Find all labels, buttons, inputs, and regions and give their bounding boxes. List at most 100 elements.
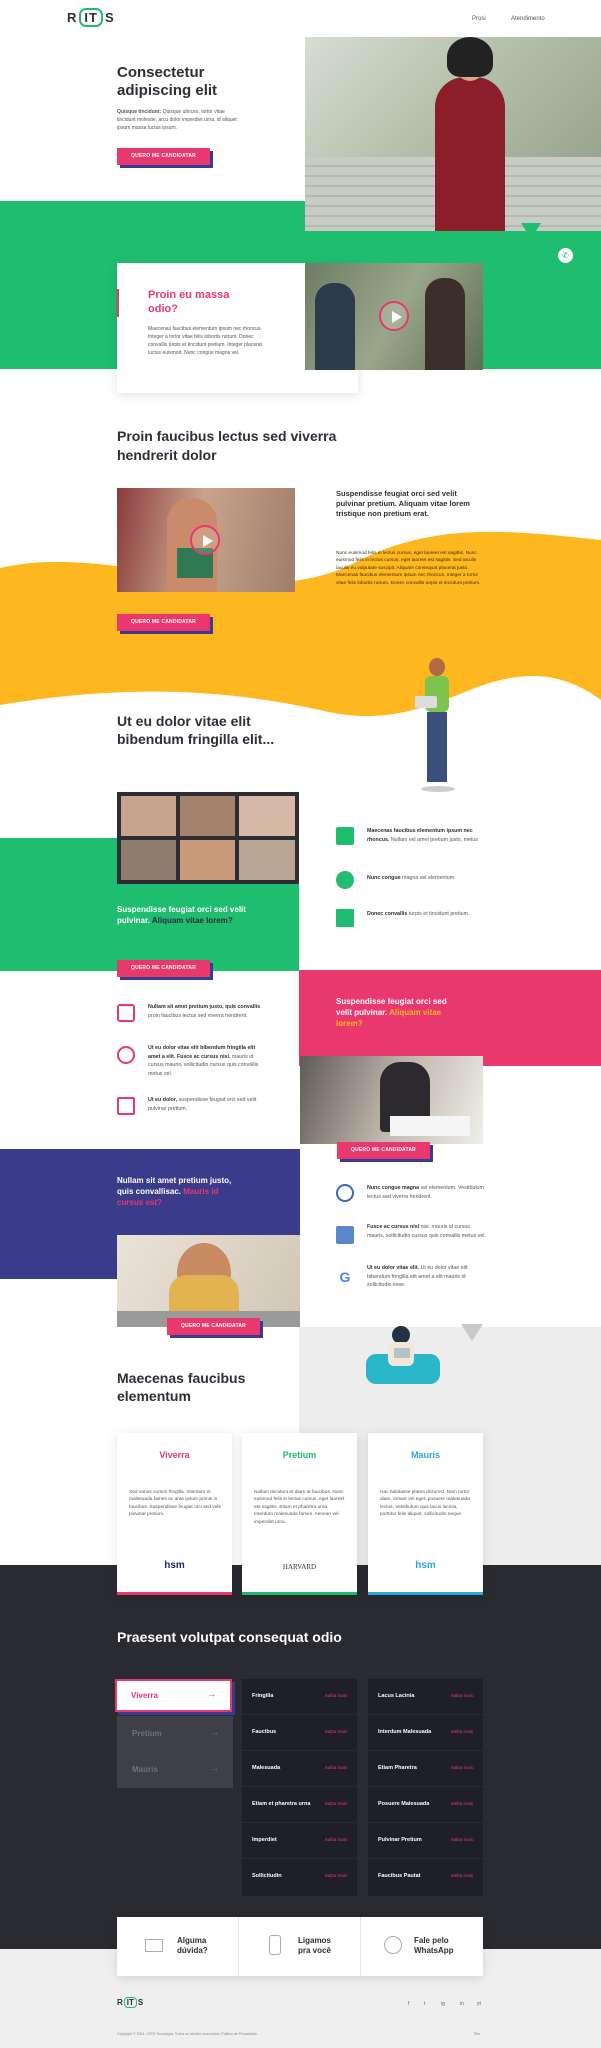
arrow-right-icon: → xyxy=(210,1763,219,1773)
logo-mark: IT xyxy=(79,8,103,27)
contact-callback[interactable]: Ligamos pra você xyxy=(239,1917,361,1976)
course-list-item[interactable]: Etiam et pharetra urna Saiba mais xyxy=(242,1787,357,1823)
hsm-logo: hsm xyxy=(415,1560,436,1571)
harvard-logo: HARVARD xyxy=(282,1563,317,1571)
hero-text: Quisque tincidunt: Quisque ultrices, tor… xyxy=(117,109,237,131)
logo-letter: S xyxy=(104,10,115,25)
google-icon: G xyxy=(339,1269,351,1285)
course-card-title: Mauris xyxy=(410,1450,440,1460)
course-list-item[interactable]: Imperdiet Saiba mais xyxy=(242,1823,357,1859)
section-cta-button[interactable]: QUERO ME CANDIDATAR xyxy=(117,960,210,977)
nav-link[interactable]: Atendimento xyxy=(511,16,545,22)
course-list-item[interactable]: Etiam Pharetra Saiba mais xyxy=(368,1751,483,1787)
course-card[interactable]: Pretium Nullam tincidunt et diam at fauc… xyxy=(242,1433,357,1595)
feature-text: Donec convallis turpis et tincidunt pret… xyxy=(367,911,470,917)
certificate-icon xyxy=(117,1097,135,1115)
section-cta-button[interactable]: QUERO ME CANDIDATAR xyxy=(337,1142,430,1159)
section-cta-button[interactable]: QUERO ME CANDIDATAR xyxy=(167,1318,260,1335)
contact-whatsapp[interactable]: Fale pelo WhatsApp xyxy=(361,1917,483,1976)
feature-text: Ut eu dolor vitae elit. Ut eu dolor vita… xyxy=(367,1265,468,1288)
course-list-item[interactable]: Sollicitudin Saiba mais xyxy=(242,1859,357,1895)
contact-label: Fale pelo WhatsApp xyxy=(414,1936,454,1955)
contact-email[interactable]: Alguma dúvida? xyxy=(117,1917,239,1976)
course-card[interactable]: Viverra Sed varius cursus fringilla. Int… xyxy=(117,1433,232,1595)
yellow-wave xyxy=(0,531,601,717)
award-icon xyxy=(336,1184,354,1202)
course-card-text: Nullam tincidunt et diam at faucibus. Nu… xyxy=(254,1490,345,1525)
play-icon[interactable] xyxy=(379,301,409,331)
triangle-decor xyxy=(521,223,541,239)
feature-text: Maecenas faucibus elementum ipsum nec rh… xyxy=(367,828,478,843)
course-list-item[interactable]: Pulvinar Pretium Saiba mais xyxy=(368,1823,483,1859)
course-list-item[interactable]: Lacus Lacinia Saiba mais xyxy=(368,1679,483,1715)
headphones-photo xyxy=(117,1235,300,1327)
card-title: Proin eu massa odio? xyxy=(148,289,230,315)
course-card[interactable]: Mauris Hac habitasse platea dictumst. Na… xyxy=(368,1433,483,1595)
youtube-icon[interactable]: yt xyxy=(477,2001,481,2007)
section-title: Praesent volutpat consequat odio xyxy=(117,1629,342,1645)
logo-letter: S xyxy=(137,1998,144,2007)
course-list-item[interactable]: Posuere Malesuada Saiba mais xyxy=(368,1787,483,1823)
tab-viverra[interactable]: Viverra → xyxy=(115,1679,232,1712)
hero-title: Consectetur adipiscing elit xyxy=(117,64,218,99)
feature-text: Nullam sit amet pretium justo, quis conv… xyxy=(148,1004,261,1019)
footer-logo[interactable]: R IT S xyxy=(117,1997,144,2008)
section-title: Ut eu dolor vitae elit bibendum fringill… xyxy=(117,713,275,747)
book-icon xyxy=(336,827,354,845)
play-icon[interactable] xyxy=(190,525,220,555)
hero-cta-button[interactable]: QUERO ME CANDIDATAR xyxy=(117,148,210,165)
sofa-illustration xyxy=(358,1322,444,1394)
arrow-right-icon: → xyxy=(207,1689,216,1699)
tab-mauris[interactable]: Mauris → xyxy=(117,1752,233,1788)
video-thumbnail[interactable] xyxy=(305,263,483,370)
course-list-item[interactable]: Faucibus Saiba mais xyxy=(242,1715,357,1751)
site-logo[interactable]: R IT S xyxy=(67,8,115,27)
section-title: Maecenas faucibus elementum xyxy=(117,1370,246,1404)
card-text: Maecenas faucibus elementum ipsum nec rh… xyxy=(148,326,262,356)
tab-label: Viverra xyxy=(131,1691,158,1700)
footer-brand-text: Rits xyxy=(474,2032,481,2036)
twitter-icon[interactable]: t xyxy=(424,2001,425,2007)
course-list-item[interactable]: Faucibus Pautat Saiba mais xyxy=(368,1859,483,1895)
whatsapp-float-button[interactable]: ✆ xyxy=(558,248,573,263)
tab-label: Pretium xyxy=(132,1729,162,1738)
course-list-item[interactable]: Interdum Malesuada Saiba mais xyxy=(368,1715,483,1751)
course-list-item[interactable]: Malesuada Saiba mais xyxy=(242,1751,357,1787)
card-accent-bar xyxy=(117,289,119,317)
whatsapp-icon xyxy=(384,1936,402,1954)
copyright: Copyright © 2024 - RITS Tecnologia. Todo… xyxy=(117,2032,258,2036)
section-subtitle: Suspendisse feugiat orci sed velit pulvi… xyxy=(336,489,470,518)
feature-text: Nunc congue magna vel elementum. Vestibu… xyxy=(367,1185,484,1200)
feature-text: Ut eu dolor vitae elit bibendum fringill… xyxy=(148,1045,259,1077)
student-standing-photo xyxy=(413,658,463,808)
arrow-right-icon: → xyxy=(210,1727,219,1737)
pink-block-text: Suspendisse feugiat orci sed velit pulvi… xyxy=(336,997,447,1028)
nav-link[interactable]: Prosi xyxy=(472,16,486,22)
section-body: Nunc euismod felis in lectus cursus, ege… xyxy=(336,551,481,586)
hero-photo xyxy=(305,37,601,231)
people-icon xyxy=(336,871,354,889)
video-thumbnail[interactable] xyxy=(117,488,295,592)
course-card-text: Sed varius cursus fringilla. Interdum et… xyxy=(129,1490,221,1518)
instagram-icon[interactable]: ig xyxy=(441,2001,445,2007)
student-figure xyxy=(435,77,505,231)
course-card-title: Viverra xyxy=(159,1450,190,1460)
course-card-title: Pretium xyxy=(282,1450,317,1460)
facebook-icon[interactable]: f xyxy=(408,2001,409,2007)
tab-label: Mauris xyxy=(132,1765,158,1774)
hsm-logo: hsm xyxy=(164,1560,185,1571)
navy-block-text: Nullam sit amet pretium justo, quis conv… xyxy=(117,1176,232,1207)
logo-mark: IT xyxy=(123,1997,137,2008)
green-block-text: Suspendisse feugiat orci sed velit pulvi… xyxy=(117,905,246,925)
microscope-icon xyxy=(117,1004,135,1022)
contact-label: Ligamos pra você xyxy=(298,1936,331,1955)
section-cta-button[interactable]: QUERO ME CANDIDATAR xyxy=(117,614,210,631)
linkedin-icon[interactable]: in xyxy=(460,2001,464,2007)
study-photo xyxy=(300,1056,483,1144)
course-list-item[interactable]: Fringilla Saiba mais xyxy=(242,1679,357,1715)
tab-pretium[interactable]: Pretium → xyxy=(117,1716,233,1752)
contact-label: Alguma dúvida? xyxy=(177,1936,208,1955)
feature-text: Fusce ac cursus nisl nisi. mauris id cur… xyxy=(367,1224,486,1239)
section-title: Proin faucibus lectus sed viverra hendre… xyxy=(117,428,337,463)
monitor-icon xyxy=(336,909,354,927)
